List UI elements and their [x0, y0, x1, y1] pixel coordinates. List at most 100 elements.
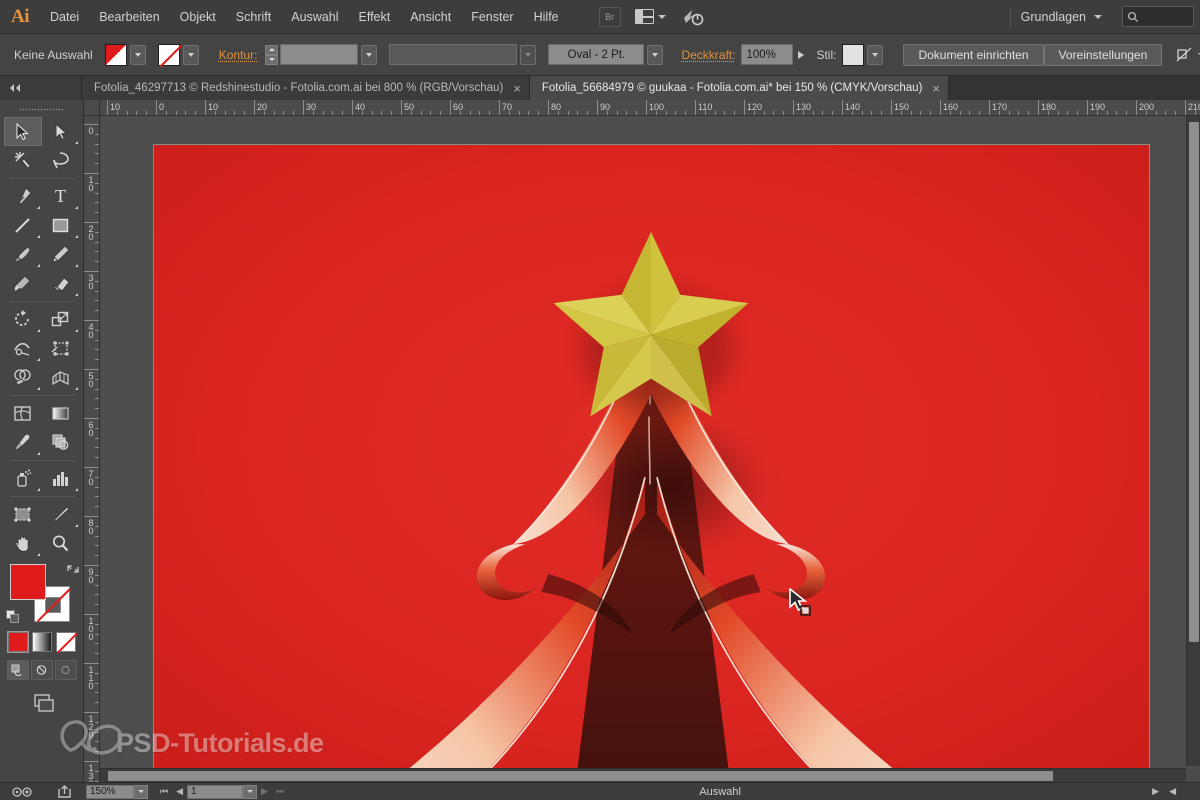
rotate-tool[interactable]: [4, 305, 42, 334]
opacity-control[interactable]: 100%: [741, 44, 804, 65]
stroke-weight-input[interactable]: [280, 44, 358, 65]
menu-item-fenster[interactable]: Fenster: [461, 0, 523, 34]
artboard-number-input[interactable]: 1: [187, 785, 243, 799]
selection-tool[interactable]: [4, 117, 42, 146]
line-segment-tool[interactable]: [4, 211, 42, 240]
draw-behind-button[interactable]: [31, 660, 53, 680]
panel-collapse-button[interactable]: [0, 76, 82, 100]
eraser-tool[interactable]: [42, 269, 80, 298]
opacity-input[interactable]: 100%: [741, 44, 793, 65]
blob-brush-tool[interactable]: [4, 269, 42, 298]
creative-cloud-icon[interactable]: [682, 7, 704, 27]
stroke-swatch[interactable]: [158, 44, 180, 66]
first-artboard-button[interactable]: ⏮: [156, 786, 172, 797]
scale-tool[interactable]: [42, 305, 80, 334]
fill-color-control[interactable]: [105, 44, 146, 66]
swap-fill-stroke-icon[interactable]: [66, 562, 80, 576]
stroke-weight-dropdown-button[interactable]: [361, 45, 377, 65]
menu-item-datei[interactable]: Datei: [40, 0, 89, 34]
document-tab-2[interactable]: Fotolia_56684979 © guukaa - Fotolia.com.…: [530, 76, 949, 100]
vertical-ruler[interactable]: 01 02 03 04 05 06 07 08 09 01 0 01 1 01 …: [84, 116, 100, 782]
horizontal-ruler[interactable]: 10 0 10 20 30 40 50 60 70 80 90 100 110 120 130 140 150 1…: [100, 100, 1200, 116]
close-icon[interactable]: ×: [513, 82, 521, 95]
lasso-tool[interactable]: [42, 146, 80, 175]
width-tool[interactable]: [4, 334, 42, 363]
toolbar-fill-swatch[interactable]: [10, 564, 46, 600]
status-back-button[interactable]: ◀: [1169, 786, 1176, 797]
fill-swatch[interactable]: [105, 44, 127, 66]
workspace-switcher[interactable]: Grundlagen: [1010, 7, 1112, 27]
preferences-button[interactable]: Voreinstellungen: [1044, 44, 1163, 66]
bridge-icon[interactable]: Br: [599, 7, 621, 27]
perspective-grid-tool[interactable]: [42, 363, 80, 392]
ruler-origin[interactable]: [84, 100, 100, 116]
tools-panel-grip[interactable]: [20, 103, 63, 115]
shape-builder-tool[interactable]: [4, 363, 42, 392]
menu-item-ansicht[interactable]: Ansicht: [400, 0, 461, 34]
opacity-flyout-button[interactable]: [798, 51, 804, 59]
document-tab-1[interactable]: Fotolia_46297713 © Redshinestudio - Foto…: [82, 76, 530, 100]
zoom-level-control[interactable]: 150%: [86, 785, 148, 799]
hand-tool[interactable]: [4, 529, 42, 558]
screen-mode-button[interactable]: [0, 692, 83, 716]
horizontal-scrollbar[interactable]: [100, 768, 1186, 782]
none-mode-button[interactable]: [56, 632, 76, 652]
brush-definition-value[interactable]: Oval - 2 Pt.: [548, 44, 644, 65]
fill-dropdown-button[interactable]: [130, 45, 146, 65]
stroke-profile-dropdown-button[interactable]: [520, 45, 536, 65]
pencil-tool[interactable]: [42, 240, 80, 269]
align-options-control[interactable]: [1176, 47, 1200, 63]
status-text[interactable]: Auswahl: [699, 786, 741, 798]
stroke-weight-control[interactable]: [265, 44, 377, 65]
zoom-tool[interactable]: [42, 529, 80, 558]
graphic-style-control[interactable]: [842, 44, 883, 66]
document-setup-button[interactable]: Dokument einrichten: [903, 44, 1043, 66]
graphic-style-dropdown-button[interactable]: [867, 45, 883, 65]
magic-wand-tool[interactable]: [4, 146, 42, 175]
next-artboard-button[interactable]: ▶: [257, 786, 272, 797]
horizontal-scroll-thumb[interactable]: [108, 771, 1053, 781]
menu-item-effekt[interactable]: Effekt: [348, 0, 400, 34]
brush-definition-dropdown-button[interactable]: [647, 45, 663, 65]
stroke-weight-stepper[interactable]: [265, 45, 278, 65]
slice-tool[interactable]: [42, 500, 80, 529]
opacity-label[interactable]: Deckkraft:: [681, 48, 735, 62]
mesh-tool[interactable]: [4, 399, 42, 428]
menu-item-schrift[interactable]: Schrift: [226, 0, 281, 34]
last-artboard-button[interactable]: ⏭: [272, 786, 288, 797]
stroke-profile-input[interactable]: [389, 44, 517, 65]
artboard-tool[interactable]: [4, 500, 42, 529]
status-forward-button[interactable]: ▶: [1152, 786, 1159, 797]
previous-artboard-button[interactable]: ◀: [172, 786, 187, 797]
stroke-dropdown-button[interactable]: [183, 45, 199, 65]
free-transform-tool[interactable]: [42, 334, 80, 363]
gradient-mode-button[interactable]: [32, 632, 52, 652]
color-mode-button[interactable]: [8, 632, 28, 652]
stroke-profile-control[interactable]: [389, 44, 536, 65]
menu-item-auswahl[interactable]: Auswahl: [281, 0, 348, 34]
stepper-down-button[interactable]: [265, 55, 278, 65]
draw-inside-button[interactable]: [55, 660, 77, 680]
pen-tool[interactable]: [4, 182, 42, 211]
device-central-icon[interactable]: [12, 786, 34, 798]
type-tool[interactable]: T: [42, 182, 80, 211]
draw-normal-button[interactable]: [7, 660, 29, 680]
canvas-area[interactable]: [100, 116, 1200, 782]
arrange-documents-button[interactable]: [635, 9, 666, 24]
symbol-sprayer-tool[interactable]: [4, 464, 42, 493]
menu-item-hilfe[interactable]: Hilfe: [524, 0, 569, 34]
share-on-behance-icon[interactable]: [57, 785, 73, 799]
search-input[interactable]: [1122, 6, 1194, 27]
menu-item-bearbeiten[interactable]: Bearbeiten: [89, 0, 169, 34]
zoom-level-dropdown-button[interactable]: [134, 785, 148, 799]
stroke-weight-label[interactable]: Kontur:: [219, 48, 258, 62]
gradient-tool[interactable]: [42, 399, 80, 428]
close-icon[interactable]: ×: [932, 82, 940, 95]
artboard-dropdown-button[interactable]: [243, 785, 257, 799]
default-fill-stroke-icon[interactable]: [6, 610, 20, 624]
stroke-color-control[interactable]: [158, 44, 199, 66]
menu-item-objekt[interactable]: Objekt: [170, 0, 226, 34]
blend-tool[interactable]: [42, 428, 80, 457]
rectangle-tool[interactable]: [42, 211, 80, 240]
graphic-style-swatch[interactable]: [842, 44, 864, 66]
